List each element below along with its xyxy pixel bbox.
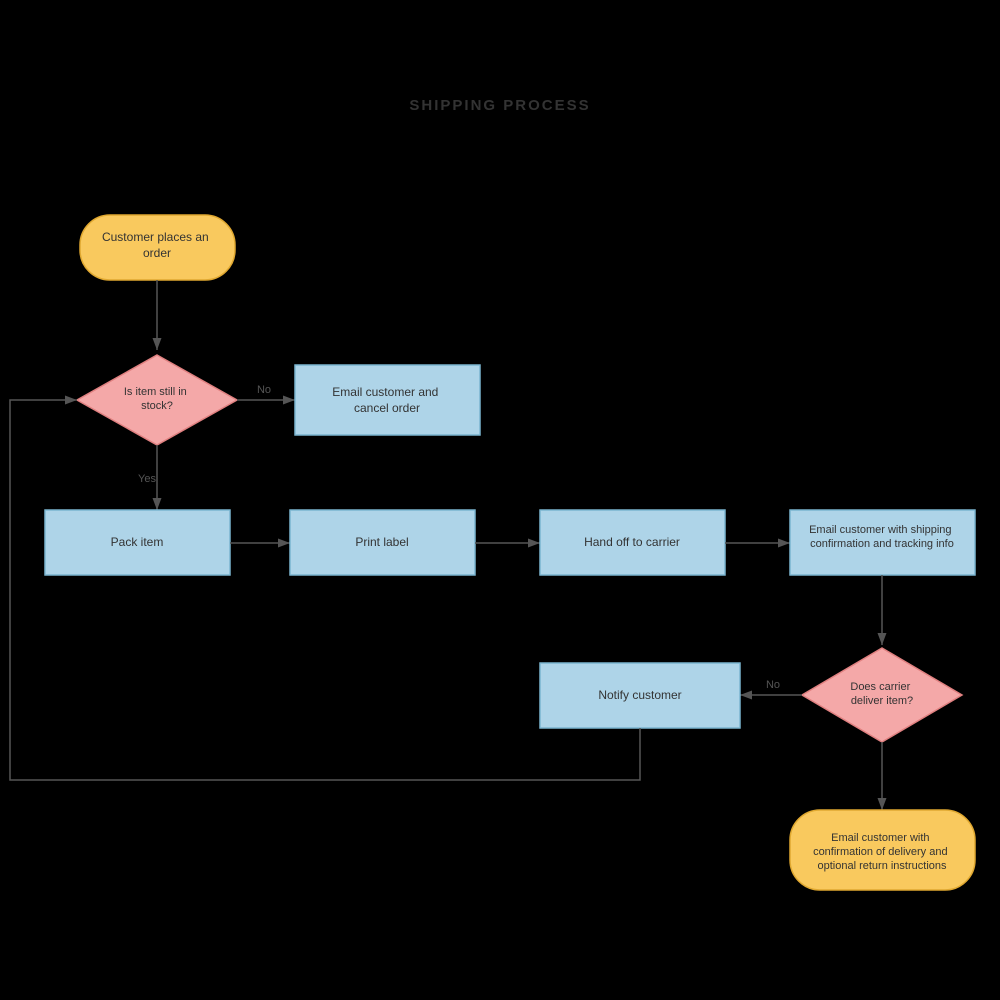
print-label: Print label	[355, 535, 408, 549]
canvas: SHIPPING PROCESS Customer places an orde…	[0, 0, 1000, 1000]
email-delivery-label: Email customer with confirmation of deli…	[813, 830, 951, 872]
flowchart: SHIPPING PROCESS Customer places an orde…	[0, 0, 1000, 1000]
no-label-1: No	[257, 384, 271, 396]
pack-label: Pack item	[111, 535, 164, 549]
no-label-2: No	[766, 679, 780, 691]
yes-label: Yes	[138, 473, 156, 485]
page-title: SHIPPING PROCESS	[409, 97, 590, 114]
notify-label: Notify customer	[598, 688, 681, 702]
cancel-node	[295, 365, 480, 435]
handoff-label: Hand off to carrier	[584, 535, 680, 549]
